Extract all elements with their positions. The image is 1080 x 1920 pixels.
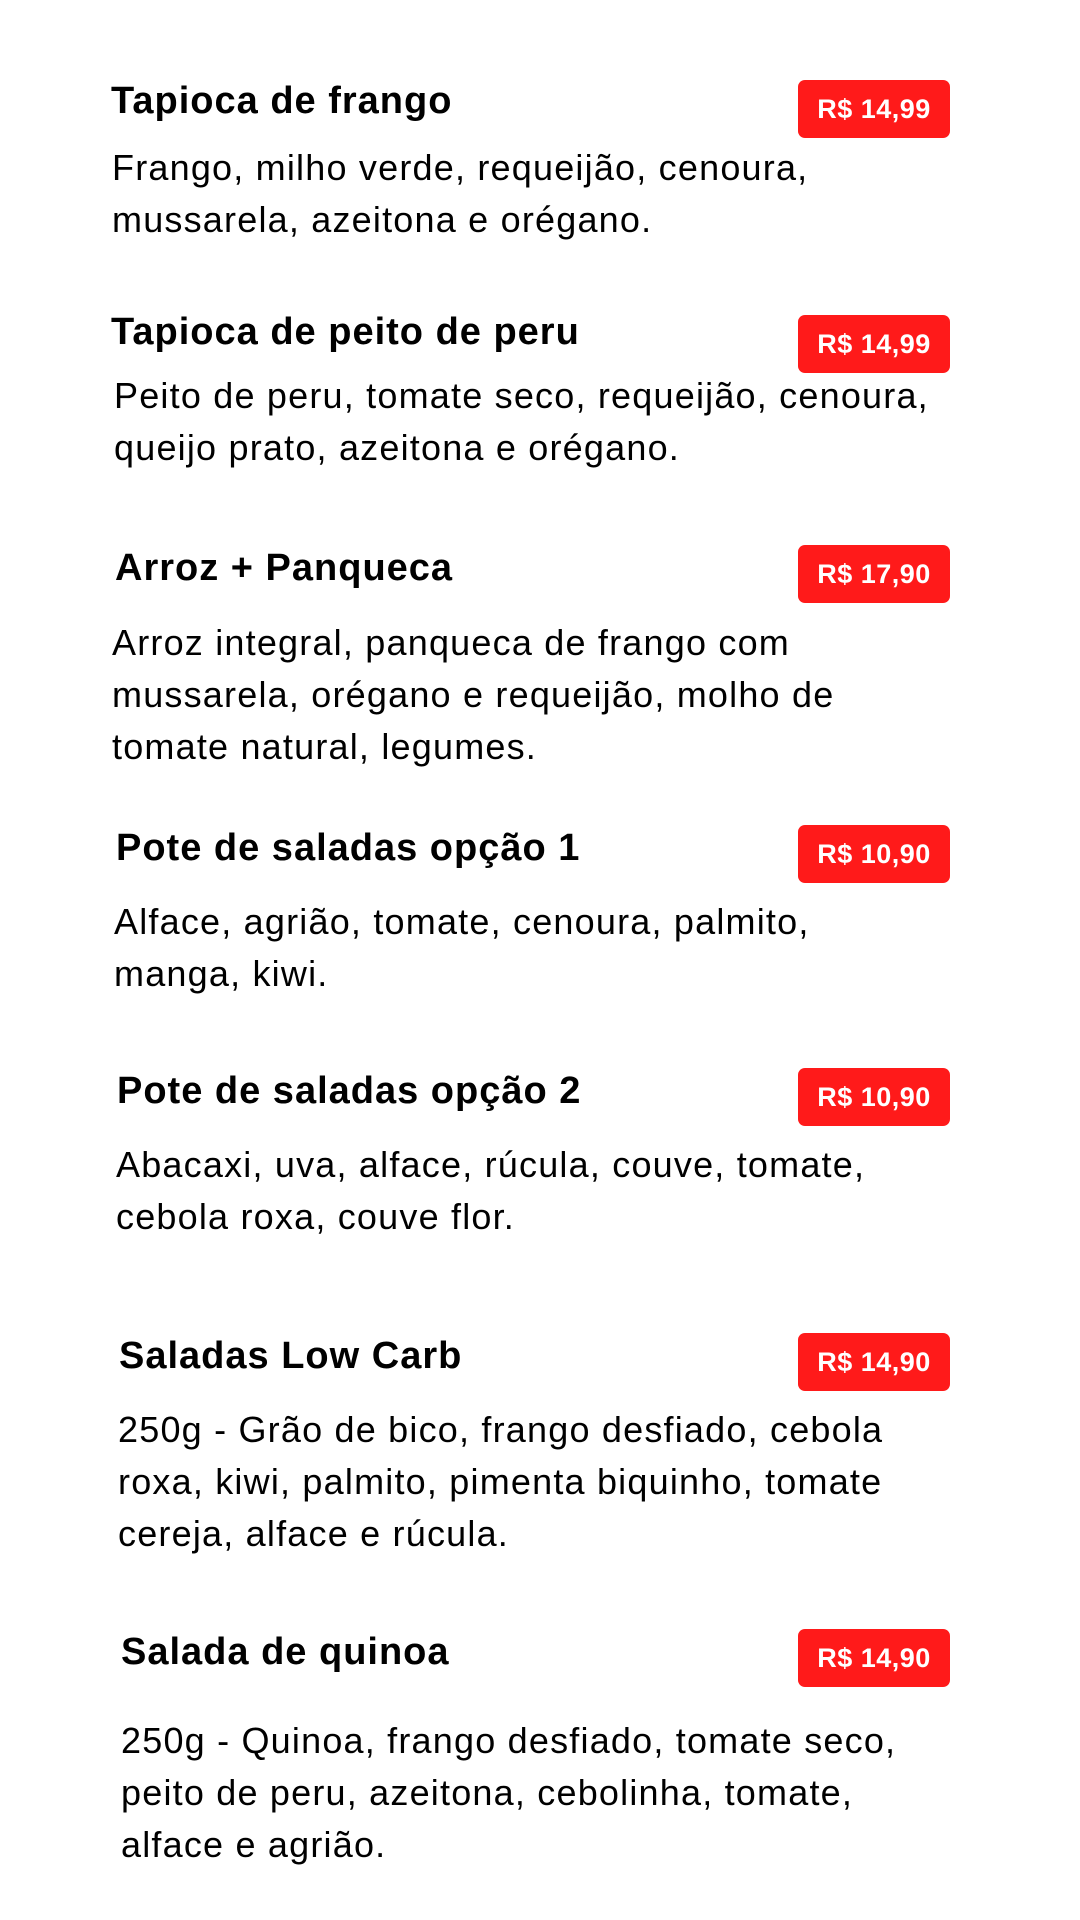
price-badge: R$ 14,90: [798, 1333, 950, 1391]
item-description: Peito de peru, tomate seco, requeijão, c…: [114, 375, 929, 468]
item-name: Saladas Low Carb: [119, 1335, 463, 1377]
item-name: Pote de saladas opção 2: [117, 1070, 582, 1112]
item-name: Tapioca de peito de peru: [111, 311, 580, 353]
price-badge: R$ 10,90: [798, 1068, 950, 1126]
item-description: Frango, milho verde, requeijão, cenoura,…: [112, 147, 809, 240]
item-name: Tapioca de frango: [111, 80, 453, 122]
price-badge: R$ 10,90: [798, 825, 950, 883]
price-badge: R$ 14,99: [798, 80, 950, 138]
item-description: Abacaxi, uva, alface, rúcula, couve, tom…: [116, 1144, 866, 1237]
item-description: 250g - Quinoa, frango desfiado, tomate s…: [121, 1720, 897, 1865]
item-name: Salada de quinoa: [121, 1631, 450, 1673]
item-name: Arroz + Panqueca: [115, 547, 454, 589]
item-description: Arroz integral, panqueca de frango com m…: [112, 622, 835, 767]
item-name: Pote de saladas opção 1: [116, 827, 581, 869]
item-description: Alface, agrião, tomate, cenoura, palmito…: [114, 901, 810, 994]
price-badge: R$ 17,90: [798, 545, 950, 603]
item-description: 250g - Grão de bico, frango desfiado, ce…: [118, 1409, 884, 1554]
price-badge: R$ 14,99: [798, 315, 950, 373]
price-badge: R$ 14,90: [798, 1629, 950, 1687]
